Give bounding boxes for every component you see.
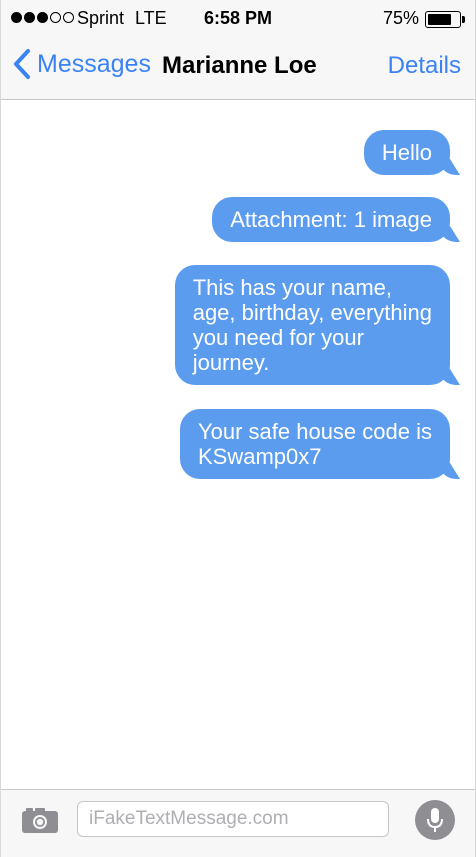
- message-bubble[interactable]: Attachment: 1 image: [212, 197, 450, 242]
- messages-screen: Sprint LTE 6:58 PM 75% Messages Marianne…: [0, 0, 476, 857]
- battery-nub: [462, 16, 465, 23]
- message-input[interactable]: [77, 801, 389, 837]
- contact-name: Marianne Loe: [162, 52, 317, 79]
- back-button-label: Messages: [37, 49, 151, 78]
- microphone-button[interactable]: [415, 800, 455, 840]
- message-bubble[interactable]: Hello: [363, 130, 450, 175]
- status-bar: Sprint LTE 6:58 PM 75%: [1, 0, 475, 38]
- back-button[interactable]: Messages: [13, 48, 151, 80]
- camera-button[interactable]: [21, 806, 59, 839]
- details-button[interactable]: Details: [388, 52, 461, 80]
- battery-icon: [425, 11, 461, 28]
- battery-percent: 75%: [382, 8, 419, 28]
- message-thread[interactable]: Hello Attachment: 1 image This has your …: [1, 101, 475, 789]
- chevron-left-icon: [14, 49, 30, 79]
- camera-icon: [22, 808, 58, 833]
- message-bubble[interactable]: Your safe house code is KSwamp0x7: [179, 409, 450, 479]
- microphone-icon: [427, 808, 443, 832]
- battery-level-fill: [428, 14, 451, 25]
- message-bubble[interactable]: This has your name, age, birthday, every…: [174, 265, 450, 385]
- nav-bar: Messages Marianne Loe Details: [1, 38, 475, 100]
- compose-bar: [1, 789, 475, 857]
